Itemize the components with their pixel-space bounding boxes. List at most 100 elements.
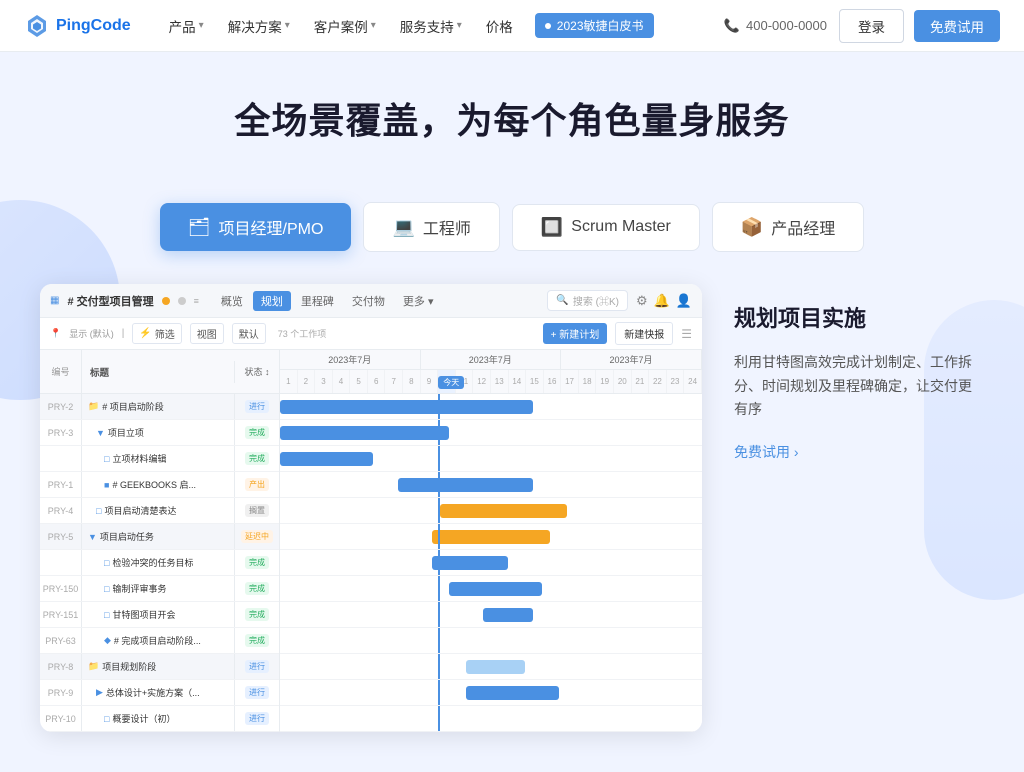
tab-more[interactable]: 更多 ▾ xyxy=(395,291,442,311)
gantt-bar[interactable] xyxy=(280,452,373,466)
chart-row-5 xyxy=(280,524,702,550)
user-icon[interactable]: 👤 xyxy=(676,293,692,309)
row-title[interactable]: 📁 项目规划阶段 xyxy=(82,654,235,679)
view-button[interactable]: 视图 xyxy=(190,323,224,344)
tab-overview[interactable]: 概览 xyxy=(213,291,251,311)
status-badge: 进行 xyxy=(245,686,269,699)
gantt-bar[interactable] xyxy=(280,426,449,440)
row-title[interactable]: ▼ 项目立项 xyxy=(82,420,235,445)
chart-row-7 xyxy=(280,576,702,602)
gantt-bar[interactable] xyxy=(449,582,542,596)
table-row: PRY-4 □ 项目启动清楚表达 搁置 xyxy=(40,498,279,524)
tab-milestone[interactable]: 里程碑 xyxy=(293,291,342,311)
task-icon: ■ xyxy=(104,480,109,490)
new-plan-button[interactable]: + 新建计划 xyxy=(543,323,608,344)
login-button[interactable]: 登录 xyxy=(839,9,904,43)
bell-icon[interactable]: 🔔 xyxy=(654,293,670,309)
nav-item-price[interactable]: 价格 xyxy=(476,10,523,42)
timeline-day-3: 3 xyxy=(315,370,333,393)
status-badge: 产出 xyxy=(245,478,269,491)
row-title[interactable]: □ 概要设计（初） xyxy=(82,706,235,731)
search-box[interactable]: 🔍 搜索 (⌘K) xyxy=(547,290,628,311)
chart-row-8 xyxy=(280,602,702,628)
toolbar-icons: ⚙ 🔔 👤 xyxy=(636,293,692,309)
timeline-day-14: 14 xyxy=(509,370,527,393)
gantt-timeline: 2023年7月 2023年7月 2023年7月 1234567891011121… xyxy=(280,350,702,732)
settings-icon[interactable]: ⚙ xyxy=(636,293,648,309)
table-row: PRY-2 📁 # 项目启动阶段 进行 xyxy=(40,394,279,420)
row-title[interactable]: □ 检验冲突的任务目标 xyxy=(82,550,235,575)
timeline-day-21: 21 xyxy=(632,370,650,393)
gantt-bar[interactable] xyxy=(432,530,550,544)
gantt-header-row: 编号 标题 状态 ↕ xyxy=(40,350,279,394)
row-status: 进行 xyxy=(235,654,279,679)
row-title[interactable]: □ 立项材料编辑 xyxy=(82,446,235,471)
row-title[interactable]: □ 甘特图项目开会 xyxy=(82,602,235,627)
row-title[interactable]: □ 输制评审事务 xyxy=(82,576,235,601)
status-badge: 完成 xyxy=(245,634,269,647)
gantt-bar[interactable] xyxy=(483,608,534,622)
row-title[interactable]: ■ # GEEKBOOKS 启... xyxy=(82,472,235,497)
navbar: PingCode 产品 ▾ 解决方案 ▾ 客户案例 ▾ 服务支持 ▾ 价格 20 xyxy=(0,0,1024,52)
role-tab-product[interactable]: 📦 产品经理 xyxy=(712,202,864,252)
default-button[interactable]: 默认 xyxy=(232,323,266,344)
row-num: PRY-8 xyxy=(40,654,82,679)
timeline-day-9: 9 xyxy=(421,370,439,393)
nav-item-product[interactable]: 产品 ▾ xyxy=(159,10,214,42)
free-trial-link[interactable]: 免费试用 › xyxy=(734,442,984,462)
gantt-bar[interactable] xyxy=(466,660,525,674)
chart-row-10 xyxy=(280,654,702,680)
list-icon[interactable]: ☰ xyxy=(681,327,692,341)
row-num: PRY-10 xyxy=(40,706,82,731)
product-icon: 📦 xyxy=(741,217,763,238)
today-line xyxy=(438,420,440,445)
new-quick-button[interactable]: 新建快报 xyxy=(615,322,673,345)
row-title[interactable]: ▼ 项目启动任务 xyxy=(82,524,235,549)
gantt-bar[interactable] xyxy=(432,556,508,570)
toolbar-tabs: 概览 规划 里程碑 交付物 更多 ▾ xyxy=(213,291,442,311)
tab-delivery[interactable]: 交付物 xyxy=(344,291,393,311)
row-title[interactable]: ◆ # 完成项目启动阶段... xyxy=(82,628,235,653)
row-title[interactable]: ▶ 总体设计+实施方案（... xyxy=(82,680,235,705)
nav-item-solution[interactable]: 解决方案 ▾ xyxy=(218,10,300,42)
gantt-bar[interactable] xyxy=(398,478,533,492)
chevron-down-icon: ▾ xyxy=(371,20,376,31)
nav-item-support[interactable]: 服务支持 ▾ xyxy=(390,10,472,42)
gantt-bar[interactable] xyxy=(466,686,559,700)
tab-plan[interactable]: 规划 xyxy=(253,291,291,311)
timeline-months: 2023年7月 2023年7月 2023年7月 xyxy=(280,350,702,370)
task-icon: □ xyxy=(104,714,109,724)
timeline-day-7: 7 xyxy=(385,370,403,393)
gantt-subtoolbar: 📍 显示 (默认) | ⚡ 筛选 视图 默认 73 个工作项 + 新建计划 新建… xyxy=(40,318,702,350)
timeline-day-2: 2 xyxy=(298,370,316,393)
badge-dot xyxy=(545,23,551,29)
nav-badge-whitepaper[interactable]: 2023敏捷白皮书 xyxy=(535,13,654,38)
filter-button[interactable]: ⚡ 筛选 xyxy=(132,323,181,344)
status-dot-yellow xyxy=(162,297,170,305)
status-dot-gray xyxy=(178,297,186,305)
chart-row-9 xyxy=(280,628,702,654)
row-status: 延迟中 xyxy=(235,524,279,549)
status-badge: 完成 xyxy=(245,452,269,465)
chart-row-1 xyxy=(280,420,702,446)
role-tab-pmo[interactable]: 🗂 项目经理/PMO xyxy=(160,203,352,251)
gantt-bar[interactable] xyxy=(440,504,567,518)
row-title[interactable]: 📁 # 项目启动阶段 xyxy=(82,394,235,419)
row-status: 完成 xyxy=(235,420,279,445)
row-title[interactable]: □ 项目启动清楚表达 xyxy=(82,498,235,523)
task-icon: □ xyxy=(104,584,109,594)
col-header-title: 标题 xyxy=(82,361,235,383)
logo[interactable]: PingCode xyxy=(24,13,131,39)
gantt-bar[interactable] xyxy=(280,400,533,414)
role-tab-scrum[interactable]: 🔲 Scrum Master xyxy=(512,204,700,251)
role-tab-engineer[interactable]: 💻 工程师 xyxy=(363,202,499,252)
table-row: PRY-63 ◆ # 完成项目启动阶段... 完成 xyxy=(40,628,279,654)
row-status: 搁置 xyxy=(235,498,279,523)
task-icon: □ xyxy=(104,558,109,568)
nav-item-case[interactable]: 客户案例 ▾ xyxy=(304,10,386,42)
today-line xyxy=(438,524,440,549)
row-num: PRY-9 xyxy=(40,680,82,705)
row-status: 完成 xyxy=(235,576,279,601)
free-trial-button[interactable]: 免费试用 xyxy=(914,10,1000,42)
timeline-day-12: 12 xyxy=(473,370,491,393)
